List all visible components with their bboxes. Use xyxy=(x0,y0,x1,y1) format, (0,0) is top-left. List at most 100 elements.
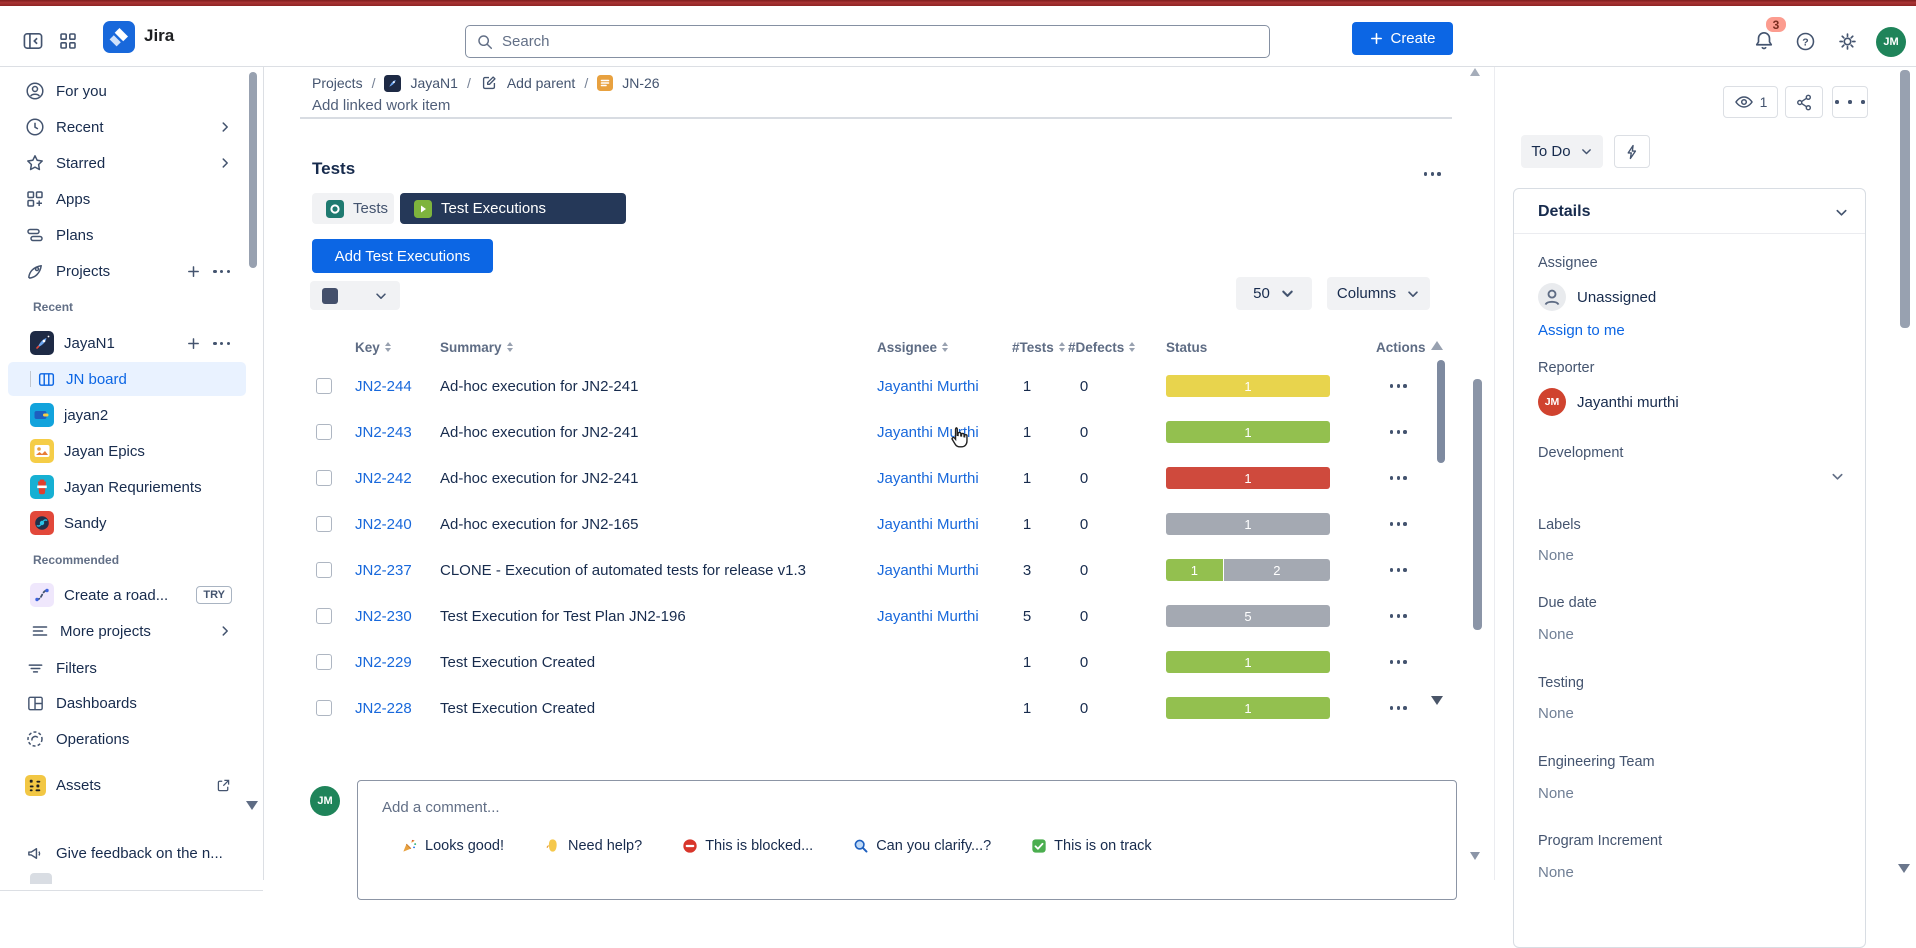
column-header-tests[interactable]: #Tests xyxy=(1012,334,1065,360)
content-scroll-down-icon[interactable] xyxy=(1470,852,1480,860)
assignee-value[interactable]: Unassigned xyxy=(1538,283,1656,311)
row-key-link[interactable]: JN2-228 xyxy=(355,685,412,731)
global-search[interactable] xyxy=(465,25,1270,58)
jira-logo-icon[interactable] xyxy=(103,21,135,53)
row-assignee-link[interactable]: Jayanthi Murthi xyxy=(877,593,979,639)
labels-value[interactable]: None xyxy=(1538,547,1574,564)
content-scrollbar-thumb[interactable] xyxy=(1473,379,1482,630)
comment-box[interactable]: Add a comment... Looks good! Need help? … xyxy=(357,780,1457,900)
app-switcher-icon[interactable] xyxy=(58,31,78,51)
row-checkbox[interactable] xyxy=(316,562,332,578)
sidebar-item-recent[interactable]: Recent xyxy=(8,110,246,144)
table-scroll-up-icon[interactable] xyxy=(1431,341,1443,350)
row-actions-button[interactable] xyxy=(1388,685,1409,731)
sidebar-item-projects[interactable]: Projects xyxy=(8,254,246,288)
row-assignee-link[interactable]: Jayanthi Murthi xyxy=(877,547,979,593)
chevron-right-icon[interactable] xyxy=(218,156,246,170)
more-icon[interactable] xyxy=(211,335,232,352)
table-row: JN2-243 Ad-hoc execution for JN2-241 Jay… xyxy=(0,409,1460,455)
testing-value[interactable]: None xyxy=(1538,705,1574,722)
sidebar-scrollbar-thumb[interactable] xyxy=(249,72,257,268)
add-test-executions-button[interactable]: Add Test Executions xyxy=(312,239,493,273)
row-checkbox[interactable] xyxy=(316,424,332,440)
automation-button[interactable] xyxy=(1614,135,1650,168)
more-actions-button[interactable] xyxy=(1832,86,1868,118)
tab-tests[interactable]: Tests xyxy=(312,193,394,224)
row-assignee-link[interactable]: Jayanthi Murthi xyxy=(877,409,979,455)
row-checkbox[interactable] xyxy=(316,516,332,532)
row-assignee-link[interactable]: Jayanthi Murthi xyxy=(877,363,979,409)
sidebar-scroll-down-icon[interactable] xyxy=(246,801,258,810)
sidebar-item-feedback[interactable]: Give feedback on the n... xyxy=(8,836,246,870)
row-checkbox[interactable] xyxy=(316,378,332,394)
quick-reply-looks-good[interactable]: Looks good! xyxy=(401,837,504,854)
projects-more-icon[interactable] xyxy=(211,263,232,280)
sidebar-item-for-you[interactable]: For you xyxy=(8,74,246,108)
row-key-link[interactable]: JN2-240 xyxy=(355,501,412,547)
column-header-assignee[interactable]: Assignee xyxy=(877,334,948,360)
status-dropdown[interactable]: To Do xyxy=(1521,135,1603,168)
column-header-summary[interactable]: Summary xyxy=(440,334,513,360)
row-actions-button[interactable] xyxy=(1388,363,1409,409)
row-assignee-link[interactable]: Jayanthi Murthi xyxy=(877,501,979,547)
watch-button[interactable]: 1 xyxy=(1723,86,1778,118)
due-date-value[interactable]: None xyxy=(1538,626,1574,643)
program-increment-value[interactable]: None xyxy=(1538,864,1574,881)
row-checkbox[interactable] xyxy=(316,700,332,716)
quick-reply-need-help[interactable]: Need help? xyxy=(544,837,642,854)
share-button[interactable] xyxy=(1785,86,1823,118)
row-key-link[interactable]: JN2-243 xyxy=(355,409,412,455)
add-project-icon[interactable] xyxy=(186,264,201,279)
column-header-key[interactable]: Key xyxy=(355,334,391,360)
row-key-link[interactable]: JN2-230 xyxy=(355,593,412,639)
engineering-team-value[interactable]: None xyxy=(1538,785,1574,802)
bulk-select-dropdown[interactable] xyxy=(310,281,400,310)
sidebar-item-starred[interactable]: Starred xyxy=(8,146,246,180)
row-key-link[interactable]: JN2-229 xyxy=(355,639,412,685)
settings-gear-icon[interactable] xyxy=(1837,31,1858,52)
quick-reply-clarify[interactable]: Can you clarify...? xyxy=(853,838,991,854)
reporter-value[interactable]: JM Jayanthi murthi xyxy=(1538,388,1679,416)
row-actions-button[interactable] xyxy=(1388,455,1409,501)
sidebar-item-plans[interactable]: Plans xyxy=(8,218,246,252)
row-actions-button[interactable] xyxy=(1388,547,1409,593)
page-size-dropdown[interactable]: 50 xyxy=(1236,277,1312,310)
tab-test-executions[interactable]: Test Executions xyxy=(400,193,626,224)
chevron-down-icon[interactable] xyxy=(1830,469,1845,484)
row-assignee-link[interactable]: Jayanthi Murthi xyxy=(877,455,979,501)
row-actions-button[interactable] xyxy=(1388,593,1409,639)
sidebar-item-assets[interactable]: Assets xyxy=(8,768,246,802)
assign-to-me-link[interactable]: Assign to me xyxy=(1538,322,1625,339)
row-checkbox[interactable] xyxy=(316,470,332,486)
search-input[interactable] xyxy=(502,33,1202,50)
page-scrollbar-thumb[interactable] xyxy=(1900,70,1910,328)
quick-reply-blocked[interactable]: This is blocked... xyxy=(682,838,813,854)
row-actions-button[interactable] xyxy=(1388,409,1409,455)
page-scroll-down-icon[interactable] xyxy=(1898,864,1910,873)
create-button[interactable]: Create xyxy=(1352,22,1453,55)
add-icon[interactable] xyxy=(186,336,201,351)
quick-reply-on-track[interactable]: This is on track xyxy=(1031,838,1152,854)
sidebar-collapse-icon[interactable] xyxy=(22,30,44,52)
breadcrumb-add-parent-link[interactable]: Add parent xyxy=(507,75,576,91)
columns-dropdown[interactable]: Columns xyxy=(1327,277,1430,310)
details-header[interactable]: Details xyxy=(1538,203,1849,221)
row-actions-button[interactable] xyxy=(1388,501,1409,547)
row-key-link[interactable]: JN2-244 xyxy=(355,363,412,409)
column-header-defects[interactable]: #Defects xyxy=(1068,334,1135,360)
row-checkbox[interactable] xyxy=(316,608,332,624)
row-actions-button[interactable] xyxy=(1388,639,1409,685)
sidebar-project-jayan1[interactable]: JayaN1 xyxy=(8,326,246,360)
chevron-right-icon[interactable] xyxy=(218,120,246,134)
breadcrumb-project-link[interactable]: JayaN1 xyxy=(410,75,457,91)
row-key-link[interactable]: JN2-242 xyxy=(355,455,412,501)
breadcrumb-item-key[interactable]: JN-26 xyxy=(622,75,659,91)
user-avatar[interactable]: JM xyxy=(1876,27,1906,57)
sidebar-item-apps[interactable]: Apps xyxy=(8,182,246,216)
tests-section-more-icon[interactable] xyxy=(1422,165,1443,182)
row-key-link[interactable]: JN2-237 xyxy=(355,547,412,593)
row-checkbox[interactable] xyxy=(316,654,332,670)
breadcrumb-projects-link[interactable]: Projects xyxy=(312,75,363,91)
content-scroll-up-icon[interactable] xyxy=(1470,68,1480,76)
help-icon[interactable]: ? xyxy=(1795,31,1816,52)
